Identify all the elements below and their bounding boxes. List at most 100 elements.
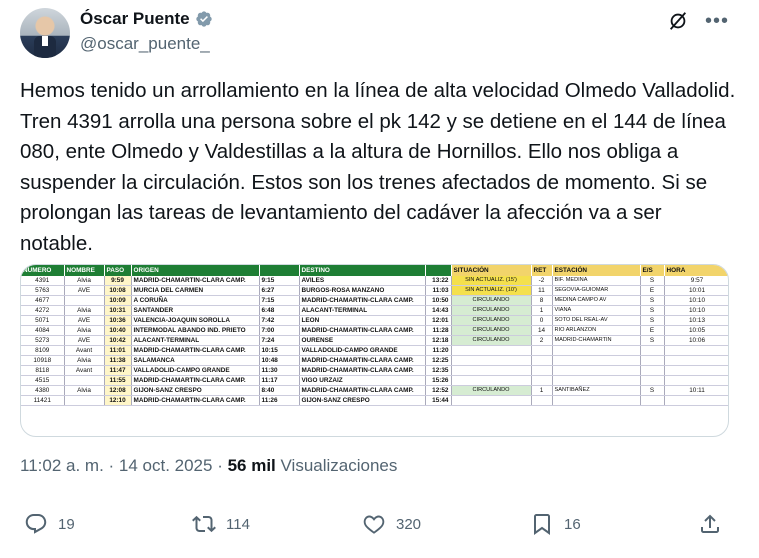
- reply-button[interactable]: 19: [24, 512, 75, 536]
- tweet-meta: 11:02 a. m. · 14 oct. 2025 · 56 mil Visu…: [20, 456, 397, 476]
- share-button[interactable]: [698, 512, 722, 536]
- table-cell: [451, 345, 532, 357]
- table-row: 5273 AVE 10:42 ALACANT-TERMINAL 7:24 OURENSE 1…: [21, 335, 728, 347]
- table-cell: CIRCULANDO: [451, 295, 532, 307]
- table-cell: 10:36: [104, 315, 132, 327]
- views-count: 56 mil: [227, 456, 276, 475]
- verified-badge-icon: [195, 11, 212, 27]
- table-cell: MADRID-CHAMARTIN-CLARA CAMP.: [299, 325, 426, 337]
- table-cell: [451, 355, 532, 367]
- table-cell: Alvia: [64, 385, 105, 397]
- table-cell: 10:10: [664, 305, 728, 317]
- tweet-image[interactable]: NUMERO NOMBRE PASO ORIGEN DESTINO SITUACIÓN RE…: [20, 264, 729, 437]
- table-header-es: E/S: [640, 265, 665, 276]
- table-cell: 15:26: [425, 375, 452, 387]
- table-cell: 6:27: [259, 285, 300, 297]
- table-cell: [640, 345, 665, 357]
- table-cell: 14: [531, 325, 553, 337]
- table-row: 4380 Alvia 12:08 GIJON-SANZ CRESPO 8:40 MADRI…: [21, 385, 728, 397]
- table-cell: SEGOVIA-GUIOMAR: [552, 285, 641, 297]
- table-cell: E: [640, 285, 665, 297]
- tweet-text: Hemos tenido un arrollamiento en la líne…: [20, 79, 736, 255]
- table-cell: [552, 355, 641, 367]
- table-cell: MADRID-CHAMARTIN-CLARA CAMP.: [299, 385, 426, 397]
- author-handle[interactable]: @oscar_puente_: [80, 34, 210, 54]
- table-cell: 10:06: [664, 335, 728, 347]
- table-cell: LEON: [299, 315, 426, 327]
- table-row: 4677 10:09 A CORUÑA 7:15 MADRID-CHAMARTIN-CL…: [21, 295, 728, 307]
- table-cell: 8:40: [259, 385, 300, 397]
- table-cell: Avant: [64, 345, 105, 357]
- table-cell: 10:09: [104, 295, 132, 307]
- table-cell: [664, 365, 728, 377]
- table-row: 5763 AVE 10:08 MURCIA DEL CARMEN 6:27 BURGOS-…: [21, 285, 728, 297]
- table-cell: 12:18: [425, 335, 452, 347]
- table-cell: 10:13: [664, 315, 728, 327]
- table-cell: VIGO URZAIZ: [299, 375, 426, 387]
- table-cell: CIRCULANDO: [451, 325, 532, 337]
- table-cell: [531, 355, 553, 367]
- table-cell: 10:11: [664, 385, 728, 397]
- table-cell: CIRCULANDO: [451, 305, 532, 317]
- table-cell: [640, 375, 665, 387]
- repost-button[interactable]: 114: [192, 512, 250, 536]
- more-options-icon[interactable]: •••: [705, 11, 729, 31]
- table-cell: AVE: [64, 285, 105, 297]
- table-cell: 10:31: [104, 305, 132, 317]
- table-cell: 11:01: [104, 345, 132, 357]
- table-cell: [640, 365, 665, 377]
- like-button[interactable]: 320: [362, 512, 421, 536]
- bookmark-button[interactable]: 16: [530, 512, 581, 536]
- table-cell: [664, 355, 728, 367]
- table-cell: 11:26: [259, 395, 300, 407]
- table-cell: VALLADOLID-CAMPO GRANDE: [299, 345, 426, 357]
- table-cell: [640, 355, 665, 367]
- table-cell: 7:24: [259, 335, 300, 347]
- table-cell: [531, 375, 553, 387]
- table-cell: 10:10: [664, 295, 728, 307]
- table-cell: [552, 345, 641, 357]
- table-cell: 10:08: [104, 285, 132, 297]
- avatar[interactable]: [20, 8, 70, 58]
- table-cell: ALACANT-TERMINAL: [299, 305, 426, 317]
- table-cell: CIRCULANDO: [451, 385, 532, 397]
- table-cell: [664, 375, 728, 387]
- train-table: NUMERO NOMBRE PASO ORIGEN DESTINO SITUACIÓN RE…: [21, 265, 728, 407]
- table-cell: MADRID-CHAMARTIN-CLARA CAMP.: [131, 375, 260, 387]
- table-cell: 10:01: [664, 285, 728, 297]
- table-cell: 8118: [21, 365, 65, 377]
- table-cell: RIO ARLANZON: [552, 325, 641, 337]
- table-cell: MEDINA CAMPO AV: [552, 295, 641, 307]
- table-cell: [64, 375, 105, 387]
- table-cell: 12:10: [104, 395, 132, 407]
- table-row: 11421 12:10 MADRID-CHAMARTIN-CLARA CAMP. 11…: [21, 395, 728, 407]
- table-cell: 0: [531, 315, 553, 327]
- table-cell: CIRCULANDO: [451, 315, 532, 327]
- bookmark-icon: [534, 514, 550, 535]
- grok-icon[interactable]: [667, 10, 689, 32]
- table-header-h2: [425, 265, 452, 276]
- table-cell: MADRID-CHAMARTIN: [552, 335, 641, 347]
- table-cell: S: [640, 335, 665, 347]
- table-cell: [64, 395, 105, 407]
- table-cell: INTERMODAL ABANDO IND. PRIETO: [131, 325, 260, 337]
- table-cell: SOTO DEL REAL-AV: [552, 315, 641, 327]
- table-cell: 11:55: [104, 375, 132, 387]
- table-cell: 11:28: [425, 325, 452, 337]
- table-cell: [531, 395, 553, 407]
- heart-icon: [363, 515, 385, 534]
- table-cell: VALLADOLID-CAMPO GRANDE: [131, 365, 260, 377]
- table-row: 4515 11:55 MADRID-CHAMARTIN-CLARA CAMP. 11:…: [21, 375, 728, 387]
- table-cell: [552, 395, 641, 407]
- table-cell: [531, 365, 553, 377]
- action-bar: 19 114 320 16: [24, 512, 724, 542]
- table-row: 8118 Avant 11:47 VALLADOLID-CAMPO GRANDE 11:…: [21, 365, 728, 377]
- table-cell: 4391: [21, 276, 65, 287]
- table-cell: [531, 345, 553, 357]
- table-cell: SANTANDER: [131, 305, 260, 317]
- table-cell: 11: [531, 285, 553, 297]
- timestamp[interactable]: 11:02 a. m. · 14 oct. 2025 ·: [20, 456, 228, 475]
- table-cell: E: [640, 325, 665, 337]
- table-cell: Alvia: [64, 305, 105, 317]
- author-name[interactable]: Óscar Puente: [80, 9, 190, 29]
